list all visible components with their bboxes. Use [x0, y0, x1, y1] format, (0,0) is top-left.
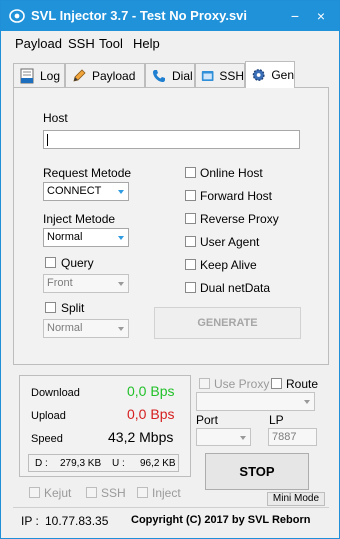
- chevron-down-icon: [304, 400, 310, 404]
- forward-host-checkbox[interactable]: [185, 190, 196, 201]
- split-value: Normal: [47, 322, 83, 334]
- route-checkbox[interactable]: [271, 378, 282, 389]
- port-select[interactable]: [196, 428, 251, 446]
- online-host-label: Online Host: [200, 166, 263, 180]
- port-label: Port: [196, 413, 219, 427]
- user-agent-label: User Agent: [200, 235, 260, 249]
- text-caret: [47, 134, 48, 146]
- lp-label: LP: [269, 413, 284, 427]
- inject-label: Inject: [152, 486, 181, 500]
- route-label: Route: [286, 377, 319, 391]
- chevron-down-icon: [118, 327, 124, 331]
- menu-payload[interactable]: Payload: [15, 36, 62, 51]
- footer-divider: [13, 507, 329, 508]
- query-position-select[interactable]: Front: [43, 274, 129, 293]
- user-agent-checkbox[interactable]: [185, 236, 196, 247]
- lp-input[interactable]: 7887: [268, 428, 317, 446]
- tab-ssh-label: SSH: [219, 68, 244, 83]
- log-icon: [20, 68, 34, 83]
- reverse-proxy-checkbox[interactable]: [185, 213, 196, 224]
- chevron-down-icon: [240, 436, 246, 440]
- keep-alive-checkbox[interactable]: [185, 259, 196, 270]
- phone-icon: [153, 69, 165, 82]
- tab-ssh[interactable]: SSH: [195, 63, 245, 87]
- lp-value: 7887: [272, 431, 297, 443]
- inject-method-label: Inject Metode: [43, 212, 116, 226]
- split-label: Split: [61, 301, 85, 315]
- upload-value: 0,0 Bps: [127, 406, 175, 422]
- tab-log-label: Log: [40, 68, 61, 83]
- tab-log[interactable]: Log: [13, 63, 65, 87]
- app-logo-icon: [9, 9, 25, 23]
- upload-label: Upload: [31, 410, 66, 422]
- tab-payload-label: Payload: [92, 68, 136, 83]
- gear-icon: [252, 69, 265, 81]
- window-title: SVL Injector 3.7 - Test No Proxy.svi: [31, 8, 248, 23]
- query-label: Query: [61, 256, 94, 270]
- speed-label: Speed: [31, 433, 63, 445]
- use-proxy-checkbox[interactable]: [199, 378, 210, 389]
- host-label: Host: [43, 111, 68, 125]
- chevron-down-icon: [118, 236, 124, 240]
- split-select[interactable]: Normal: [43, 319, 129, 338]
- tab-gen[interactable]: Gen: [245, 61, 295, 88]
- tab-payload[interactable]: Payload: [65, 63, 145, 87]
- menu-tool[interactable]: Tool: [99, 36, 123, 51]
- download-label: Download: [31, 387, 80, 399]
- dual-netdata-label: Dual netData: [200, 281, 271, 295]
- tab-gen-label: Gen: [271, 68, 294, 82]
- traffic-counter: D : 279,3 KB U : 96,2 KB: [28, 454, 179, 472]
- keep-alive-label: Keep Alive: [200, 258, 257, 272]
- speed-value: 43,2 Mbps: [108, 429, 174, 445]
- ssh-label: SSH: [101, 486, 126, 500]
- inject-checkbox[interactable]: [137, 487, 148, 498]
- inject-method-select[interactable]: Normal: [43, 228, 129, 247]
- copyright-text: Copyright (C) 2017 by SVL Reborn: [131, 514, 311, 526]
- use-proxy-label: Use Proxy: [214, 377, 270, 391]
- download-bytes-value: 279,3 KB: [60, 458, 102, 469]
- query-checkbox[interactable]: [45, 257, 56, 268]
- terminal-icon: [201, 70, 214, 81]
- request-method-label: Request Metode: [43, 166, 132, 180]
- upload-bytes-value: 96,2 KB: [140, 458, 176, 469]
- inject-method-value: Normal: [47, 231, 83, 243]
- pencil-icon: [73, 68, 86, 82]
- menu-bar: Payload SSH Tool Help: [1, 32, 339, 54]
- dual-netdata-checkbox[interactable]: [185, 282, 196, 293]
- upload-bytes-label: U :: [112, 458, 125, 469]
- app-window: SVL Injector 3.7 - Test No Proxy.svi − ×…: [0, 0, 340, 539]
- mini-mode-button[interactable]: Mini Mode: [267, 492, 325, 506]
- generate-button[interactable]: GENERATE: [154, 307, 301, 339]
- tab-bar: Log Payload Dial SSH Gen: [13, 61, 329, 88]
- proxy-host-select[interactable]: [196, 392, 315, 411]
- tab-dial[interactable]: Dial: [145, 63, 195, 87]
- minimize-button[interactable]: −: [286, 7, 304, 25]
- query-position-value: Front: [47, 277, 73, 289]
- close-button[interactable]: ×: [312, 7, 330, 25]
- host-input[interactable]: [43, 130, 300, 149]
- download-bytes-label: D :: [35, 458, 48, 469]
- kejut-label: Kejut: [44, 486, 72, 500]
- online-host-checkbox[interactable]: [185, 167, 196, 178]
- request-method-select[interactable]: CONNECT: [43, 182, 129, 201]
- request-method-value: CONNECT: [47, 185, 102, 197]
- ip-label: IP :: [21, 514, 39, 528]
- stop-button[interactable]: STOP: [205, 453, 309, 490]
- forward-host-label: Forward Host: [200, 189, 273, 203]
- chevron-down-icon: [118, 190, 124, 194]
- download-value: 0,0 Bps: [127, 383, 175, 399]
- tab-dial-label: Dial: [172, 68, 193, 83]
- kejut-checkbox[interactable]: [29, 487, 40, 498]
- title-bar[interactable]: SVL Injector 3.7 - Test No Proxy.svi − ×: [1, 1, 339, 31]
- ip-value: 10.77.83.35: [45, 514, 109, 528]
- menu-help[interactable]: Help: [133, 36, 160, 51]
- reverse-proxy-label: Reverse Proxy: [200, 212, 279, 226]
- menu-ssh[interactable]: SSH: [68, 36, 95, 51]
- ssh-checkbox[interactable]: [86, 487, 97, 498]
- chevron-down-icon: [118, 282, 124, 286]
- split-checkbox[interactable]: [45, 302, 56, 313]
